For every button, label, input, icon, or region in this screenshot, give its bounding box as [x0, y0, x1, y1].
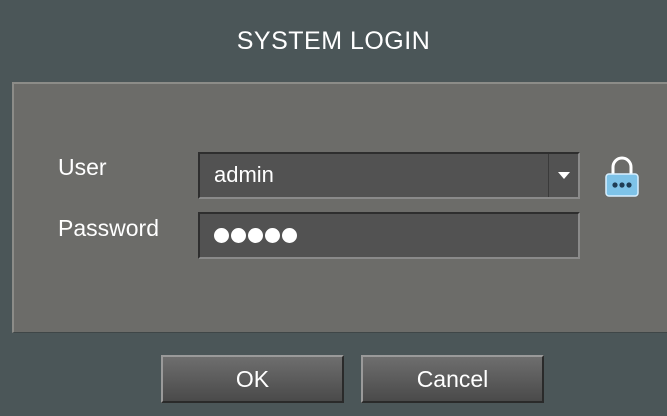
password-dot [214, 228, 229, 243]
password-label: Password [58, 215, 159, 241]
password-field[interactable] [198, 212, 580, 259]
ok-button[interactable]: OK [161, 355, 344, 403]
password-dot [265, 228, 280, 243]
password-mask [214, 228, 297, 243]
user-select[interactable]: admin [198, 152, 580, 199]
lock-icon [605, 156, 639, 197]
cancel-button[interactable]: Cancel [361, 355, 544, 403]
password-dot [248, 228, 263, 243]
user-label: User [58, 154, 107, 180]
password-dot [282, 228, 297, 243]
password-dot [231, 228, 246, 243]
login-panel [12, 82, 667, 333]
login-dialog: SYSTEM LOGIN User admin Password OK Canc… [0, 0, 667, 416]
chevron-down-icon [557, 172, 570, 179]
dialog-title: SYSTEM LOGIN [236, 26, 431, 55]
user-value: admin [214, 162, 274, 187]
user-dropdown-button[interactable] [548, 154, 578, 197]
